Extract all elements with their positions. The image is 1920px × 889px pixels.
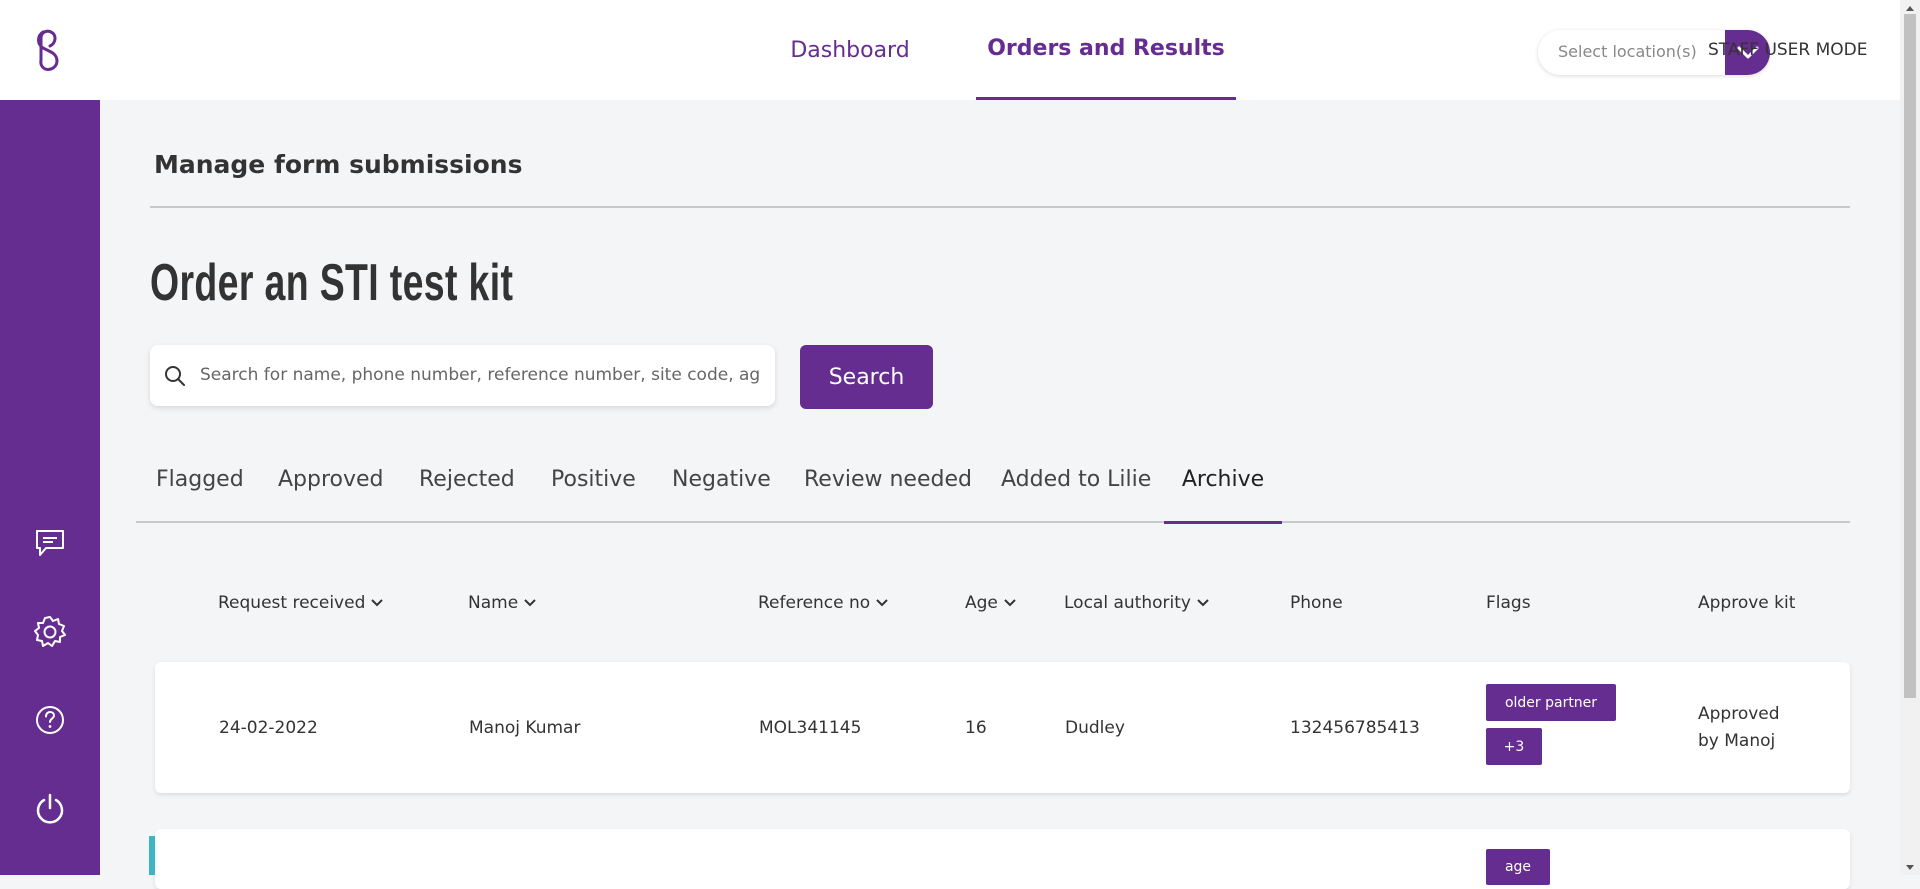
cell-local-authority: Dudley <box>1065 718 1125 738</box>
tab-negative[interactable]: Negative <box>672 455 771 523</box>
status-tabs: Flagged Approved Rejected Positive Negat… <box>136 455 1850 524</box>
column-header-request-received[interactable]: Request received <box>218 593 384 613</box>
column-header-local-authority[interactable]: Local authority <box>1064 593 1209 613</box>
brand-logo-icon <box>37 29 59 71</box>
column-label: Request received <box>218 593 366 613</box>
search-input[interactable] <box>200 355 760 395</box>
tab-archive[interactable]: Archive <box>1164 455 1282 524</box>
location-select-placeholder: Select location(s) <box>1558 42 1697 61</box>
logo-area[interactable] <box>0 0 100 100</box>
page-title: Manage form submissions <box>154 150 523 179</box>
message-icon[interactable] <box>30 523 70 563</box>
power-icon[interactable] <box>30 788 70 828</box>
search-box <box>150 345 775 406</box>
flag-badge[interactable]: age <box>1486 849 1550 885</box>
table-row[interactable]: age <box>155 829 1850 889</box>
cell-name: Manoj Kumar <box>469 718 581 738</box>
tab-flagged[interactable]: Flagged <box>156 455 244 523</box>
help-icon[interactable] <box>30 700 70 740</box>
cell-request-received: 24-02-2022 <box>219 718 318 738</box>
chevron-down-icon <box>524 599 536 607</box>
tab-added-to-lilie[interactable]: Added to Lilie <box>1001 455 1151 523</box>
tab-approved[interactable]: Approved <box>278 455 384 523</box>
row-status-accent <box>149 836 155 875</box>
column-label: Local authority <box>1064 593 1191 613</box>
nav-tab-dashboard[interactable]: Dashboard <box>770 0 930 100</box>
scroll-down-arrow-icon[interactable] <box>1900 862 1920 874</box>
approve-status-line2: by Manoj <box>1698 731 1776 751</box>
column-label: Approve kit <box>1698 593 1796 613</box>
column-label: Name <box>468 593 519 613</box>
page-scrollbar[interactable] <box>1900 0 1920 875</box>
chevron-down-icon <box>371 599 384 607</box>
chevron-down-icon <box>1197 599 1209 607</box>
scroll-up-arrow-icon[interactable] <box>1900 2 1920 14</box>
flag-badge[interactable]: older partner <box>1486 684 1616 721</box>
column-header-phone: Phone <box>1290 593 1343 613</box>
cell-phone: 132456785413 <box>1290 718 1420 738</box>
chevron-down-icon <box>1004 599 1016 607</box>
gear-icon[interactable] <box>30 612 70 652</box>
table-row[interactable]: 24-02-2022 Manoj Kumar MOL341145 16 Dudl… <box>155 662 1850 793</box>
search-icon <box>165 366 185 386</box>
column-header-flags: Flags <box>1486 593 1531 613</box>
column-label: Phone <box>1290 593 1343 613</box>
column-header-reference-no[interactable]: Reference no <box>758 593 888 613</box>
approve-status-line1: Approved <box>1698 704 1780 724</box>
form-title: Order an STI test kit <box>150 254 514 312</box>
tab-positive[interactable]: Positive <box>551 455 636 523</box>
column-header-approve-kit: Approve kit <box>1698 593 1795 613</box>
staff-user-mode-toggle[interactable]: STAFF USER MODE <box>1708 40 1868 60</box>
tab-rejected[interactable]: Rejected <box>419 455 515 523</box>
column-label: Reference no <box>758 593 871 613</box>
column-label: Flags <box>1486 593 1531 613</box>
column-label: Age <box>965 593 998 613</box>
title-divider <box>150 206 1850 208</box>
search-button[interactable]: Search <box>800 345 933 409</box>
column-header-name[interactable]: Name <box>468 593 536 613</box>
sidebar <box>0 100 100 875</box>
flag-more-badge[interactable]: +3 <box>1486 728 1542 765</box>
scrollbar-thumb[interactable] <box>1904 14 1916 698</box>
chevron-down-icon <box>876 599 888 607</box>
tab-review-needed[interactable]: Review needed <box>804 455 972 523</box>
cell-age: 16 <box>965 718 987 738</box>
column-header-age[interactable]: Age <box>965 593 1016 613</box>
cell-reference-no: MOL341145 <box>759 718 862 738</box>
top-navigation-bar: Dashboard Orders and Results Select loca… <box>100 0 1900 100</box>
nav-tab-orders-and-results[interactable]: Orders and Results <box>976 0 1236 100</box>
